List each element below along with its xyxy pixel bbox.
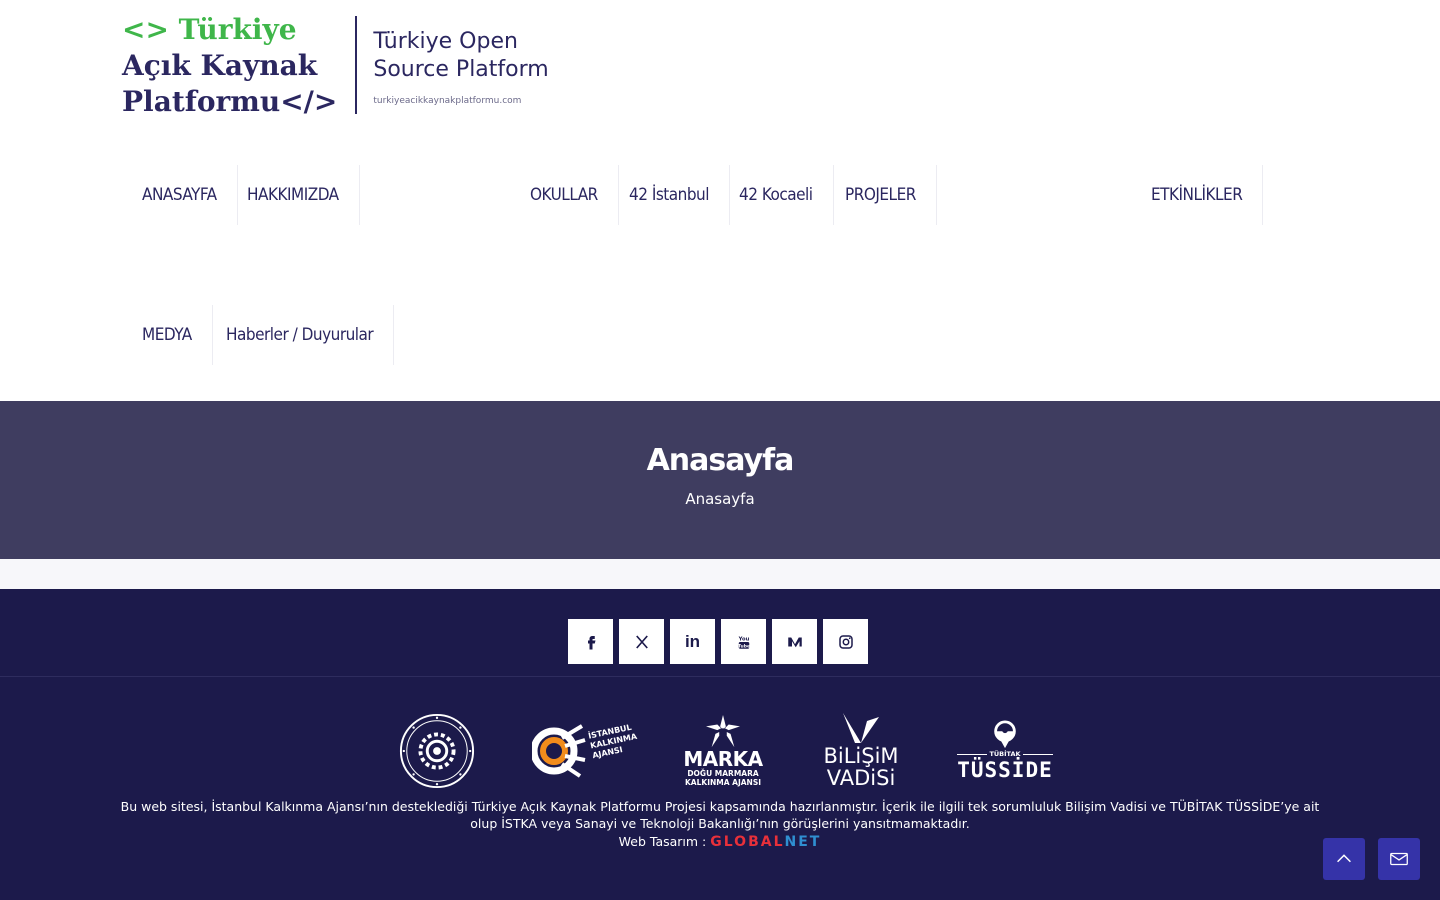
nav-item-hakkimizda[interactable]: HAKKIMIZDA xyxy=(227,165,360,225)
istka-logo[interactable]: İSTANBUL KALKINMA AJANSI xyxy=(532,709,638,793)
nav-item-42-kocaeli[interactable]: 42 Kocaeli xyxy=(719,165,834,225)
site-footer: in You Tube İSTANBUL KALKINMA AJANSI MAR… xyxy=(0,589,1440,900)
marka-title: MARKA xyxy=(683,747,763,771)
logo-turkish-wordmark: <> Türkiye Açık Kaynak Platformu</> xyxy=(122,12,337,120)
logo-line-1: <> Türkiye xyxy=(122,13,297,46)
tubitak-rule-right xyxy=(1022,753,1053,755)
scroll-to-top-button[interactable] xyxy=(1323,838,1365,880)
site-logo[interactable]: <> Türkiye Açık Kaynak Platformu</> Türk… xyxy=(122,12,549,120)
linkedin-icon[interactable]: in xyxy=(670,619,715,664)
marka-sub-2: KALKINMA AJANSI xyxy=(684,778,762,787)
linkedin-label: in xyxy=(684,631,701,651)
footer-disclaimer: Bu web sitesi, İstanbul Kalkınma Ajansı’… xyxy=(120,799,1320,831)
nav-item-anasayfa[interactable]: ANASAYFA xyxy=(122,165,238,225)
logo-url: turkiyeacikkaynakplatformu.com xyxy=(373,96,522,106)
breadcrumb[interactable]: Anasayfa xyxy=(0,490,1440,508)
page-title-banner: Anasayfa Anasayfa xyxy=(0,401,1440,559)
tubitak-rule-left xyxy=(957,753,988,755)
globalnet-link[interactable]: GLOBALNET xyxy=(710,834,821,850)
globalnet-part-2: NET xyxy=(784,834,822,850)
instagram-icon[interactable] xyxy=(823,619,868,664)
tubitak-big: TÜSSİDE xyxy=(957,758,1053,782)
marka-star-icon xyxy=(706,715,740,748)
bilisim-line-2: VADiSi xyxy=(826,766,896,790)
chevron-up-icon xyxy=(1337,854,1351,863)
web-design-credit: Web Tasarım : GLOBALNET xyxy=(0,834,1440,850)
svg-text:You: You xyxy=(737,636,749,642)
globalnet-part-1: GLOBAL xyxy=(710,834,785,850)
youtube-icon[interactable]: You Tube xyxy=(721,619,766,664)
social-links: in You Tube xyxy=(568,619,868,664)
bilisim-vadisi-logo[interactable]: BiLiŞiM VADiSi xyxy=(815,709,907,793)
page-title: Anasayfa xyxy=(646,443,795,478)
svg-text:Tube: Tube xyxy=(737,643,749,649)
logo-en-line-1: Türkiye Open xyxy=(373,29,518,54)
content-spacer xyxy=(0,559,1440,589)
contact-mail-button[interactable] xyxy=(1378,838,1420,880)
web-design-label: Web Tasarım : xyxy=(618,834,707,849)
logo-english-wordmark: Türkiye Open Source Platform turkiyeacik… xyxy=(373,12,548,106)
tubitak-emblem-icon xyxy=(994,720,1016,749)
nav-item-haberler-duyurular[interactable]: Haberler / Duyurular xyxy=(206,305,395,365)
tubitak-small: TÜBİTAK xyxy=(989,750,1021,758)
ministry-seal-logo[interactable] xyxy=(396,709,478,793)
tubitak-tusside-logo[interactable]: TÜBİTAK TÜSSİDE xyxy=(955,709,1055,793)
tubitak-label-row: TÜBİTAK xyxy=(957,750,1053,758)
nav-item-etkinlikler[interactable]: ETKİNLİKLER xyxy=(1131,165,1264,225)
medium-icon[interactable] xyxy=(772,619,817,664)
marka-sub-1: DOĞU MARMARA xyxy=(687,769,759,778)
footer-divider xyxy=(0,676,1440,677)
logo-en-line-2: Source Platform xyxy=(373,57,549,82)
logo-line-2: Açık Kaynak xyxy=(122,49,318,82)
nav-item-projeler[interactable]: PROJELER xyxy=(825,165,937,225)
bilisim-line-1: BiLiŞiM xyxy=(823,744,899,768)
logo-divider xyxy=(355,16,358,114)
bilisim-chevron-icon xyxy=(843,713,879,743)
logo-line-3: Platformu</> xyxy=(122,85,338,118)
facebook-icon[interactable] xyxy=(568,619,613,664)
nav-item-okullar[interactable]: OKULLAR xyxy=(510,165,619,225)
marka-logo[interactable]: MARKA DOĞU MARMARA KALKINMA AJANSI xyxy=(677,709,769,793)
nav-item-42-istanbul[interactable]: 42 İstanbul xyxy=(609,165,731,225)
mail-icon xyxy=(1390,852,1408,866)
nav-item-medya[interactable]: MEDYA xyxy=(122,305,213,365)
x-icon[interactable] xyxy=(619,619,664,664)
partner-logos: İSTANBUL KALKINMA AJANSI MARKA DOĞU MARM… xyxy=(0,709,1440,793)
